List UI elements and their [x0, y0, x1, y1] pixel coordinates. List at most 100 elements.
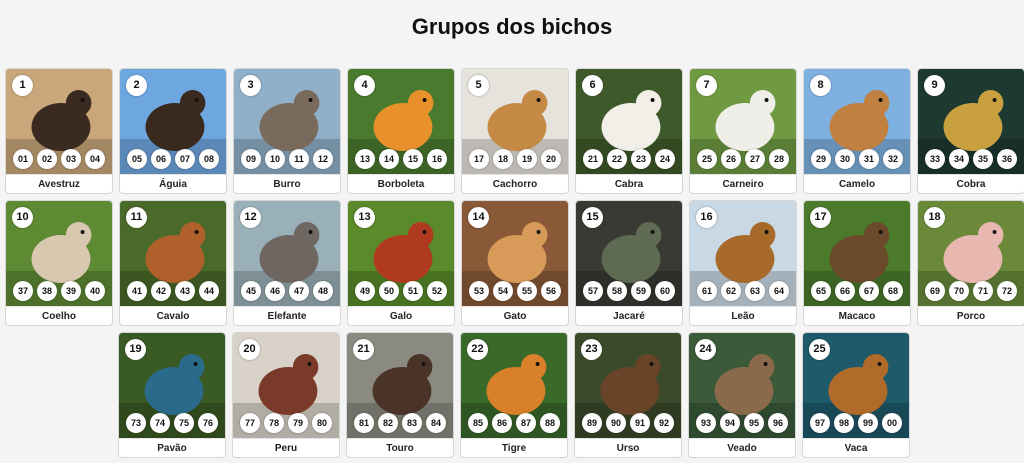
animal-card[interactable]: 16 61 62 63 64 Leão [689, 200, 797, 326]
page-title: Grupos dos bichos [411, 14, 613, 39]
dozen-number: 35 [973, 149, 993, 169]
animal-name: Gato [462, 306, 568, 325]
animal-card[interactable]: 24 93 94 95 96 Veado [688, 332, 796, 458]
group-number-badge: 23 [581, 339, 602, 360]
dozen-number: 32 [883, 149, 903, 169]
animal-photo: 3 09 10 11 12 [234, 69, 340, 174]
animal-card[interactable]: 9 33 34 35 36 Cobra [917, 68, 1024, 194]
dozen-number: 26 [721, 149, 741, 169]
dozen-numbers: 33 34 35 36 [918, 149, 1024, 169]
grid-row: 1 01 02 03 04 Avestruz 2 05 06 07 08 Águia 3 09 10 11 12… [0, 68, 1024, 194]
dozen-numbers: 45 46 47 48 [234, 281, 340, 301]
animal-card[interactable]: 17 65 66 67 68 Macaco [803, 200, 911, 326]
animal-groups-grid: 1 01 02 03 04 Avestruz 2 05 06 07 08 Águia 3 09 10 11 12… [0, 68, 1024, 458]
dozen-number: 28 [769, 149, 789, 169]
animal-card[interactable]: 4 13 14 15 16 Borboleta [347, 68, 455, 194]
animal-photo: 16 61 62 63 64 [690, 201, 796, 306]
animal-card[interactable]: 2 05 06 07 08 Águia [119, 68, 227, 194]
group-number-badge: 20 [239, 339, 260, 360]
dozen-number: 47 [289, 281, 309, 301]
dozen-number: 02 [37, 149, 57, 169]
animal-card[interactable]: 21 81 82 83 84 Touro [346, 332, 454, 458]
animal-name: Camelo [804, 174, 910, 193]
dozen-number: 82 [378, 413, 398, 433]
animal-card[interactable]: 11 41 42 43 44 Cavalo [119, 200, 227, 326]
dozen-number: 42 [151, 281, 171, 301]
dozen-number: 83 [402, 413, 422, 433]
animal-photo: 13 49 50 51 52 [348, 201, 454, 306]
animal-photo: 5 17 18 19 20 [462, 69, 568, 174]
group-number-badge: 25 [809, 339, 830, 360]
animal-name: Vaca [803, 438, 909, 457]
group-number-badge: 3 [240, 75, 261, 96]
animal-card[interactable]: 12 45 46 47 48 Elefante [233, 200, 341, 326]
dozen-number: 89 [582, 413, 602, 433]
animal-card[interactable]: 8 29 30 31 32 Camelo [803, 68, 911, 194]
group-number-badge: 9 [924, 75, 945, 96]
dozen-number: 95 [744, 413, 764, 433]
group-number-badge: 4 [354, 75, 375, 96]
dozen-numbers: 17 18 19 20 [462, 149, 568, 169]
group-number-badge: 13 [354, 207, 375, 228]
animal-photo: 21 81 82 83 84 [347, 333, 453, 438]
animal-card[interactable]: 15 57 58 59 60 Jacaré [575, 200, 683, 326]
animal-card[interactable]: 13 49 50 51 52 Galo [347, 200, 455, 326]
dozen-number: 33 [925, 149, 945, 169]
animal-card[interactable]: 22 85 86 87 88 Tigre [460, 332, 568, 458]
animal-card[interactable]: 6 21 22 23 24 Cabra [575, 68, 683, 194]
dozen-number: 17 [469, 149, 489, 169]
dozen-number: 40 [85, 281, 105, 301]
dozen-number: 18 [493, 149, 513, 169]
dozen-number: 21 [583, 149, 603, 169]
animal-photo: 6 21 22 23 24 [576, 69, 682, 174]
animal-card[interactable]: 3 09 10 11 12 Burro [233, 68, 341, 194]
animal-card[interactable]: 14 53 54 55 56 Gato [461, 200, 569, 326]
dozen-number: 41 [127, 281, 147, 301]
dozen-number: 65 [811, 281, 831, 301]
dozen-number: 13 [355, 149, 375, 169]
animal-card[interactable]: 18 69 70 71 72 Porco [917, 200, 1024, 326]
grid-row: 10 37 38 39 40 Coelho 11 41 42 43 44 Cavalo 12 45 46 47… [0, 200, 1024, 326]
dozen-number: 60 [655, 281, 675, 301]
dozen-numbers: 69 70 71 72 [918, 281, 1024, 301]
dozen-numbers: 85 86 87 88 [461, 413, 567, 433]
dozen-numbers: 01 02 03 04 [6, 149, 112, 169]
dozen-number: 54 [493, 281, 513, 301]
animal-card[interactable]: 7 25 26 27 28 Carneiro [689, 68, 797, 194]
dozen-number: 62 [721, 281, 741, 301]
animal-photo: 11 41 42 43 44 [120, 201, 226, 306]
animal-card[interactable]: 19 73 74 75 76 Pavão [118, 332, 226, 458]
group-number-badge: 22 [467, 339, 488, 360]
group-number-badge: 24 [695, 339, 716, 360]
animal-card[interactable]: 10 37 38 39 40 Coelho [5, 200, 113, 326]
animal-card[interactable]: 25 97 98 99 00 Vaca [802, 332, 910, 458]
dozen-numbers: 25 26 27 28 [690, 149, 796, 169]
dozen-number: 15 [403, 149, 423, 169]
dozen-number: 96 [768, 413, 788, 433]
dozen-number: 78 [264, 413, 284, 433]
animal-name: Elefante [234, 306, 340, 325]
group-number-badge: 12 [240, 207, 261, 228]
animal-photo: 20 77 78 79 80 [233, 333, 339, 438]
dozen-numbers: 09 10 11 12 [234, 149, 340, 169]
animal-name: Tigre [461, 438, 567, 457]
animal-card[interactable]: 20 77 78 79 80 Peru [232, 332, 340, 458]
animal-card[interactable]: 5 17 18 19 20 Cachorro [461, 68, 569, 194]
dozen-number: 16 [427, 149, 447, 169]
dozen-numbers: 65 66 67 68 [804, 281, 910, 301]
animal-photo: 19 73 74 75 76 [119, 333, 225, 438]
animal-name: Cobra [918, 174, 1024, 193]
dozen-number: 50 [379, 281, 399, 301]
group-number-badge: 5 [468, 75, 489, 96]
dozen-number: 73 [126, 413, 146, 433]
animal-card[interactable]: 1 01 02 03 04 Avestruz [5, 68, 113, 194]
animal-card[interactable]: 23 89 90 91 92 Urso [574, 332, 682, 458]
dozen-numbers: 61 62 63 64 [690, 281, 796, 301]
animal-photo: 10 37 38 39 40 [6, 201, 112, 306]
dozen-number: 87 [516, 413, 536, 433]
dozen-numbers: 57 58 59 60 [576, 281, 682, 301]
group-number-badge: 8 [810, 75, 831, 96]
animal-photo: 22 85 86 87 88 [461, 333, 567, 438]
dozen-number: 75 [174, 413, 194, 433]
dozen-number: 53 [469, 281, 489, 301]
